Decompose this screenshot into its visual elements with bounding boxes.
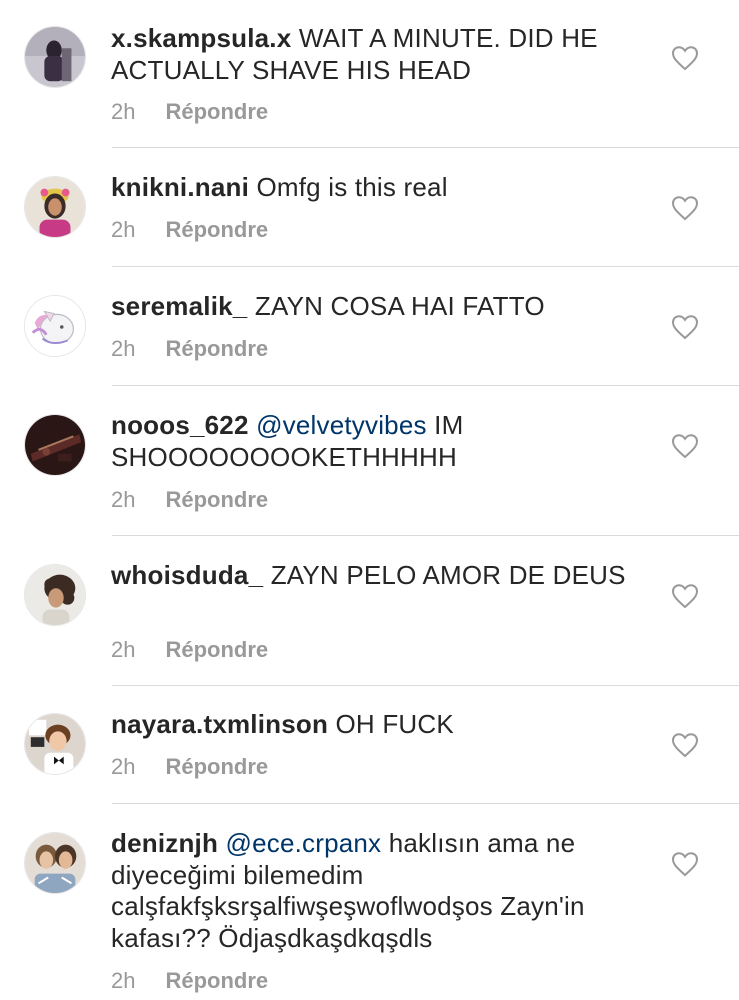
avatar[interactable]	[24, 564, 86, 626]
reply-button[interactable]: Répondre	[165, 487, 268, 512]
avatar[interactable]	[24, 176, 86, 238]
reply-button[interactable]: Répondre	[165, 336, 268, 361]
comment-text: nayara.txmlinson OH FUCK	[111, 709, 641, 741]
comment-username[interactable]: whoisduda_	[111, 560, 263, 590]
comment-text: knikni.nani Omfg is this real	[111, 172, 641, 204]
comment-username[interactable]: seremalik_	[111, 291, 247, 321]
comment-time: 2h	[111, 487, 136, 512]
comment-username[interactable]: deniznjh	[111, 828, 218, 858]
comment-text: x.skampsula.x WAIT A MINUTE. DID HE ACTU…	[111, 23, 641, 86]
comment-text: nooos_622 @velvetyvibes IM SHOOOOOOOOKET…	[111, 410, 641, 473]
comment-body: Omfg is this real	[256, 172, 448, 202]
comment-meta: 2h Répondre	[111, 637, 268, 663]
comment-body: ZAYN PELO AMOR DE DEUS	[270, 560, 626, 590]
like-button[interactable]	[671, 433, 699, 459]
comment-time: 2h	[111, 754, 136, 779]
comment-meta: 2h Répondre	[111, 754, 268, 780]
like-button[interactable]	[671, 195, 699, 221]
comment-divider	[112, 266, 739, 267]
like-button[interactable]	[671, 583, 699, 609]
comment-divider	[112, 385, 739, 386]
heart-outline-icon	[671, 315, 699, 340]
heart-outline-icon	[671, 584, 699, 609]
comment-divider	[112, 685, 739, 686]
comment-username[interactable]: x.skampsula.x	[111, 23, 291, 53]
reply-button[interactable]: Répondre	[165, 99, 268, 124]
like-button[interactable]	[671, 314, 699, 340]
comment-time: 2h	[111, 217, 136, 242]
comment-time: 2h	[111, 336, 136, 361]
heart-outline-icon	[671, 733, 699, 758]
reply-button[interactable]: Répondre	[165, 754, 268, 779]
heart-outline-icon	[671, 852, 699, 877]
comment-divider	[112, 147, 739, 148]
comment-text: deniznjh @ece.crpanx haklısın ama ne diy…	[111, 828, 641, 954]
heart-outline-icon	[671, 46, 699, 71]
like-button[interactable]	[671, 732, 699, 758]
reply-button[interactable]: Répondre	[165, 637, 268, 662]
comment-divider	[112, 535, 739, 536]
comment-mention[interactable]: @velvetyvibes	[256, 410, 427, 440]
heart-outline-icon	[671, 434, 699, 459]
avatar[interactable]	[24, 832, 86, 894]
comment-username[interactable]: nayara.txmlinson	[111, 709, 328, 739]
comment-mention[interactable]: @ece.crpanx	[225, 828, 381, 858]
comment-body: OH FUCK	[335, 709, 454, 739]
comment-username[interactable]: knikni.nani	[111, 172, 249, 202]
like-button[interactable]	[671, 45, 699, 71]
heart-outline-icon	[671, 196, 699, 221]
comment-divider	[112, 803, 739, 804]
comment-time: 2h	[111, 99, 136, 124]
comment-meta: 2h Répondre	[111, 968, 268, 994]
comment-text: seremalik_ ZAYN COSA HAI FATTO	[111, 291, 641, 323]
comment-body: ZAYN COSA HAI FATTO	[254, 291, 545, 321]
comment-meta: 2h Répondre	[111, 336, 268, 362]
avatar[interactable]	[24, 295, 86, 357]
reply-button[interactable]: Répondre	[165, 217, 268, 242]
avatar[interactable]	[24, 713, 86, 775]
comment-time: 2h	[111, 968, 136, 993]
comment-username[interactable]: nooos_622	[111, 410, 249, 440]
reply-button[interactable]: Répondre	[165, 968, 268, 993]
avatar[interactable]	[24, 26, 86, 88]
comment-time: 2h	[111, 637, 136, 662]
avatar[interactable]	[24, 414, 86, 476]
comment-meta: 2h Répondre	[111, 487, 268, 513]
like-button[interactable]	[671, 851, 699, 877]
comment-meta: 2h Répondre	[111, 217, 268, 243]
comment-text: whoisduda_ ZAYN PELO AMOR DE DEUS	[111, 560, 641, 592]
comment-meta: 2h Répondre	[111, 99, 268, 125]
